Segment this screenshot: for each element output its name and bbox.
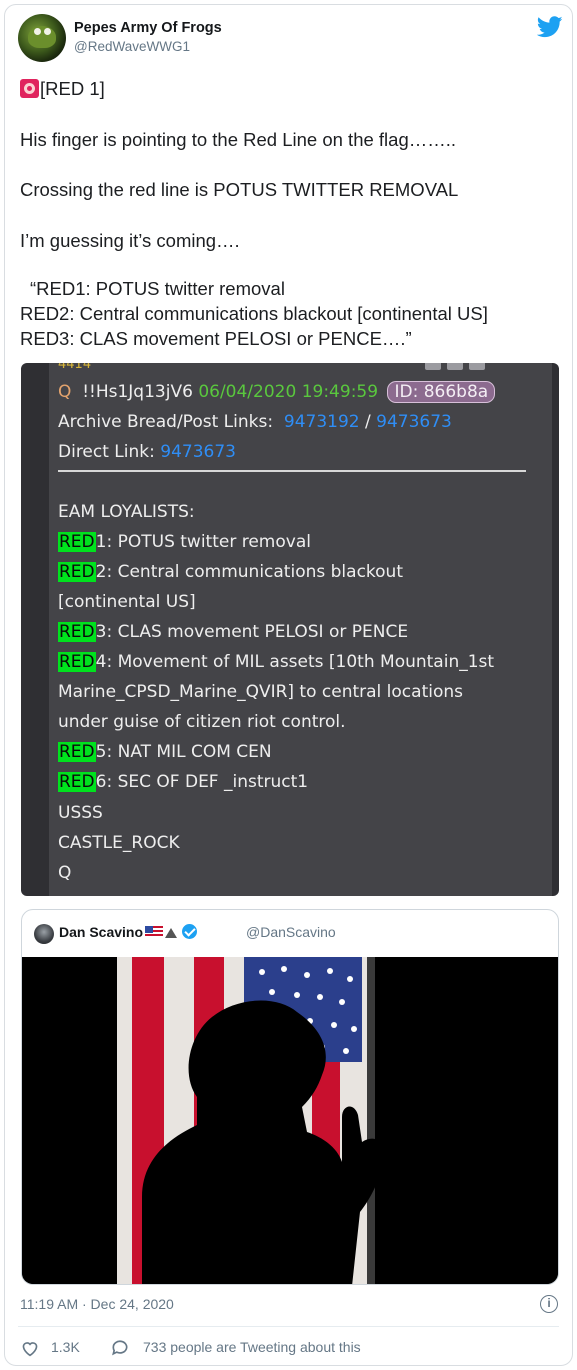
info-icon[interactable]: i [540,1295,558,1313]
attached-image[interactable]: 4414 Q !!Hs1Jq13jV6 06/04/2020 19:49:59 … [21,363,559,896]
tweet-quote-red3: RED3: CLAS movement PELOSI or PENCE….” [20,328,412,349]
silhouette-photo[interactable] [22,957,558,1284]
quoted-author-name: Dan Scavino [59,924,198,940]
tweeting-about-link[interactable]: 733 people are Tweeting about this [143,1339,361,1355]
verified-badge-icon [182,924,198,939]
q-item-4-cont2: under guise of citizen riot control. [58,712,346,732]
us-flag-icon [145,926,164,938]
q-tail-usss: USSS [58,803,103,823]
q-item-2: RED2: Central communications blackout [58,562,403,582]
q-item-1: RED1: POTUS twitter removal [58,532,311,552]
q-item-3: RED3: CLAS movement PELOSI or PENCE [58,622,409,642]
tweet-quote-red2: RED2: Central communications blackout [c… [20,303,488,324]
author-name[interactable]: Pepes Army Of Frogs [74,20,222,36]
post-number: 4414 [58,363,92,372]
quoted-tweet[interactable]: Dan Scavino @DanScavino [21,909,559,1285]
tweet-line-red1: [RED 1] [20,76,105,102]
flag-silhouette-image [22,957,558,1284]
tweet-line-finger: His finger is pointing to the Red Line o… [20,129,457,150]
speech-bubble-icon[interactable] [110,1338,130,1358]
post-toolbar-icons [419,363,519,371]
post-id-badge: ID: 866b8a [387,381,496,403]
quoted-avatar [34,924,54,944]
rotating-light-icon [20,79,39,98]
footer-divider [18,1326,559,1327]
q-tail-castle-rock: CASTLE_ROCK [58,833,180,853]
q-heading: EAM LOYALISTS: [58,502,195,522]
q-item-4: RED4: Movement of MIL assets [10th Mount… [58,652,495,672]
frog-shape [28,26,56,48]
like-count[interactable]: 1.3K [51,1339,80,1355]
q-item-4-cont: Marine_CPSD_Marine_QVIR] to central loca… [58,682,463,702]
twitter-bird-icon[interactable] [537,16,563,38]
q-item-6: RED6: SEC OF DEF _instruct1 [58,772,309,792]
q-tail-signature: Q [58,863,72,883]
quoted-author-handle: @DanScavino [246,924,336,940]
direct-link-value[interactable]: 9473673 [160,442,236,462]
q-post-header: Q !!Hs1Jq13jV6 06/04/2020 19:49:59 ID: 8… [58,381,496,403]
tweet-line-crossing: Crossing the red line is POTUS TWITTER R… [20,179,459,200]
author-avatar[interactable] [18,14,66,62]
heart-icon[interactable] [20,1339,40,1357]
q-item-2-cont: [continental US] [58,592,196,612]
tweet-line-guessing: I’m guessing it’s coming…. [20,230,240,251]
archive-link-2[interactable]: 9473673 [376,412,452,432]
divider-line [58,470,526,472]
archive-links: Archive Bread/Post Links: 9473192 / 9473… [58,412,452,432]
tweet-timestamp[interactable]: 11:19 AM · Dec 24, 2020 [20,1296,174,1312]
tweet-quote-red1: “RED1: POTUS twitter removal [30,278,285,299]
q-item-5: RED5: NAT MIL COM CEN [58,742,272,762]
archive-link-1[interactable]: 9473192 [284,412,360,432]
author-handle[interactable]: @RedWaveWWG1 [74,39,190,54]
direct-link: Direct Link: 9473673 [58,442,236,462]
ship-icon [165,926,178,938]
